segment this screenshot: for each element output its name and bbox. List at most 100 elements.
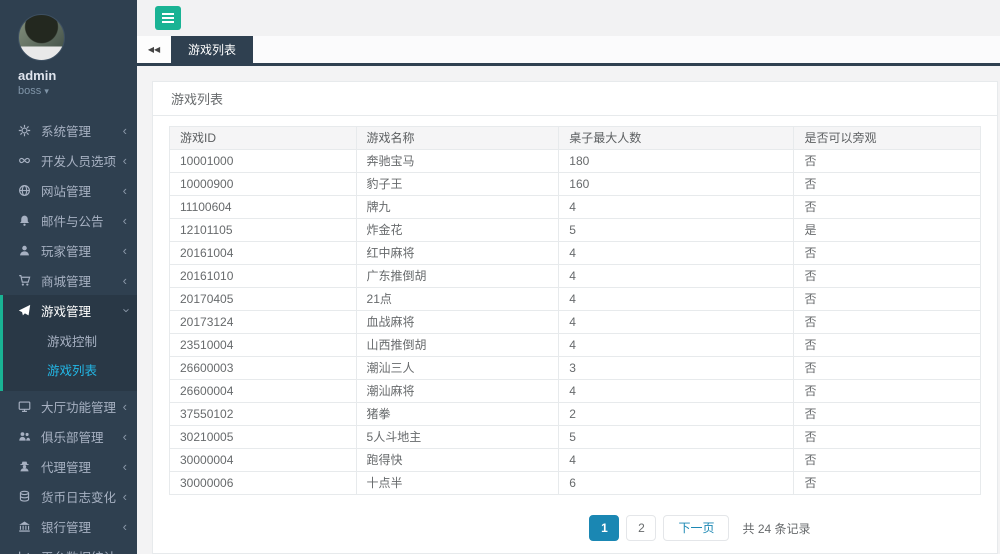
table-cell: 否 — [794, 196, 981, 219]
table-cell: 猪拳 — [356, 403, 559, 426]
sidebar-item-game-management[interactable]: 游戏管理‹ — [3, 295, 137, 325]
table-cell: 37550102 — [170, 403, 357, 426]
sidebar-item-label: 代理管理 — [41, 457, 123, 476]
sidebar-item-player-management[interactable]: 玩家管理‹ — [0, 235, 137, 265]
cart-icon — [18, 273, 33, 287]
sidebar-item-agent-management[interactable]: 代理管理‹ — [0, 451, 137, 481]
sidebar-item-label: 商城管理 — [41, 271, 123, 290]
sidebar-item-currency-log-changes[interactable]: 货币日志变化‹ — [0, 481, 137, 511]
hamburger-icon[interactable] — [155, 6, 181, 30]
sidebar-section-currency-log-changes: 货币日志变化‹ — [0, 481, 137, 511]
total-records-label: 共 24 条记录 — [742, 520, 810, 537]
sidebar-section-system-management: 系统管理‹ — [0, 115, 137, 145]
table-cell: 奔驰宝马 — [356, 150, 559, 173]
column-header: 是否可以旁观 — [794, 127, 981, 150]
sidebar-item-platform-data-statistics[interactable]: 平台数据统计‹ — [0, 541, 137, 554]
chevron-left-icon: ‹ — [123, 460, 127, 473]
chevron-left-icon: ‹ — [123, 550, 127, 554]
table-row: 12101105炸金花5是 — [170, 219, 981, 242]
user-photo-avatar — [18, 14, 65, 61]
table-row: 20161004红中麻将4否 — [170, 242, 981, 265]
main-area: ◀◀ 游戏列表 游戏列表 游戏ID游戏名称桌子最大人数是否可以旁观 100010… — [137, 0, 1000, 554]
page-button-2[interactable]: 2 — [626, 515, 656, 541]
sidebar-item-system-management[interactable]: 系统管理‹ — [0, 115, 137, 145]
table-cell: 否 — [794, 380, 981, 403]
table-cell: 豹子王 — [356, 173, 559, 196]
table-row: 20161010广东推倒胡4否 — [170, 265, 981, 288]
sidebar-section-developer-options: 开发人员选项‹ — [0, 145, 137, 175]
table-row: 302100055人斗地主5否 — [170, 426, 981, 449]
sidebar-section-hall-function-management: 大厅功能管理‹ — [0, 391, 137, 421]
table-cell: 炸金花 — [356, 219, 559, 242]
table-row: 2017040521点4否 — [170, 288, 981, 311]
app-window: admin boss ▾ 系统管理‹开发人员选项‹网站管理‹邮件与公告‹玩家管理… — [0, 0, 1000, 554]
sidebar-item-label: 游戏管理 — [41, 301, 123, 320]
sidebar-item-hall-function-management[interactable]: 大厅功能管理‹ — [0, 391, 137, 421]
sidebar-item-club-management[interactable]: 俱乐部管理‹ — [0, 421, 137, 451]
chevron-left-icon: ‹ — [123, 184, 127, 197]
game-table: 游戏ID游戏名称桌子最大人数是否可以旁观 10001000奔驰宝马180否100… — [169, 126, 981, 495]
sidebar-section-game-management: 游戏管理‹游戏控制游戏列表 — [0, 295, 137, 391]
sidebar-subitem-game-control[interactable]: 游戏控制 — [3, 326, 137, 355]
table-cell: 否 — [794, 265, 981, 288]
line-chart-icon — [18, 549, 33, 554]
column-header: 游戏名称 — [356, 127, 559, 150]
content-area: 游戏列表 游戏ID游戏名称桌子最大人数是否可以旁观 10001000奔驰宝马18… — [137, 66, 1000, 554]
table-cell: 12101105 — [170, 219, 357, 242]
table-row: 37550102猪拳2否 — [170, 403, 981, 426]
table-cell: 180 — [559, 150, 794, 173]
table-cell: 牌九 — [356, 196, 559, 219]
sidebar-item-mail-announcements[interactable]: 邮件与公告‹ — [0, 205, 137, 235]
sidebar-item-label: 银行管理 — [41, 517, 123, 536]
sidebar-item-label: 开发人员选项 — [41, 151, 123, 170]
sidebar-item-developer-options[interactable]: 开发人员选项‹ — [0, 145, 137, 175]
table-cell: 160 — [559, 173, 794, 196]
sidebar-section-bank-management: 银行管理‹ — [0, 511, 137, 541]
table-cell: 2 — [559, 403, 794, 426]
table-cell: 否 — [794, 357, 981, 380]
topbar — [137, 0, 1000, 36]
table-cell: 11100604 — [170, 196, 357, 219]
table-cell: 否 — [794, 173, 981, 196]
chevron-left-icon: ‹ — [123, 490, 127, 503]
sidebar-item-bank-management[interactable]: 银行管理‹ — [0, 511, 137, 541]
sidebar-item-label: 邮件与公告 — [41, 211, 123, 230]
table-cell: 4 — [559, 288, 794, 311]
sidebar-item-label: 网站管理 — [41, 181, 123, 200]
profile-section: admin boss ▾ — [0, 0, 137, 105]
table-cell: 30000006 — [170, 472, 357, 495]
bell-icon — [18, 213, 33, 227]
coins-icon — [18, 489, 33, 503]
table-cell: 5 — [559, 426, 794, 449]
table-cell: 否 — [794, 334, 981, 357]
chevron-left-icon: ‹ — [123, 430, 127, 443]
table-cell: 否 — [794, 403, 981, 426]
table-cell: 26600004 — [170, 380, 357, 403]
table-cell: 广东推倒胡 — [356, 265, 559, 288]
table-cell: 30000004 — [170, 449, 357, 472]
sidebar-item-website-management[interactable]: 网站管理‹ — [0, 175, 137, 205]
table-row: 10000900豹子王160否 — [170, 173, 981, 196]
table-cell: 4 — [559, 196, 794, 219]
sidebar-item-label: 货币日志变化 — [41, 487, 123, 506]
chevron-left-icon: ‹ — [123, 214, 127, 227]
page-button-1[interactable]: 1 — [589, 515, 619, 541]
table-cell: 21点 — [356, 288, 559, 311]
table-cell: 潮汕麻将 — [356, 380, 559, 403]
sidebar-item-label: 大厅功能管理 — [41, 397, 123, 416]
table-cell: 跑得快 — [356, 449, 559, 472]
table-cell: 10001000 — [170, 150, 357, 173]
sidebar-item-mall-management[interactable]: 商城管理‹ — [0, 265, 137, 295]
sidebar-subitem-game-list[interactable]: 游戏列表 — [3, 355, 137, 384]
table-row: 26600004潮汕麻将4否 — [170, 380, 981, 403]
tab-game-list[interactable]: 游戏列表 — [171, 36, 253, 63]
double-left-arrows-icon[interactable]: ◀◀ — [137, 36, 171, 63]
next-page-button[interactable]: 下一页 — [663, 515, 729, 541]
user-role-dropdown[interactable]: boss ▾ — [18, 85, 137, 97]
table-cell: 否 — [794, 311, 981, 334]
sidebar-section-agent-management: 代理管理‹ — [0, 451, 137, 481]
game-list-panel: 游戏列表 游戏ID游戏名称桌子最大人数是否可以旁观 10001000奔驰宝马18… — [152, 81, 998, 554]
table-row: 23510004山西推倒胡4否 — [170, 334, 981, 357]
table-cell: 20170405 — [170, 288, 357, 311]
table-cell: 否 — [794, 426, 981, 449]
